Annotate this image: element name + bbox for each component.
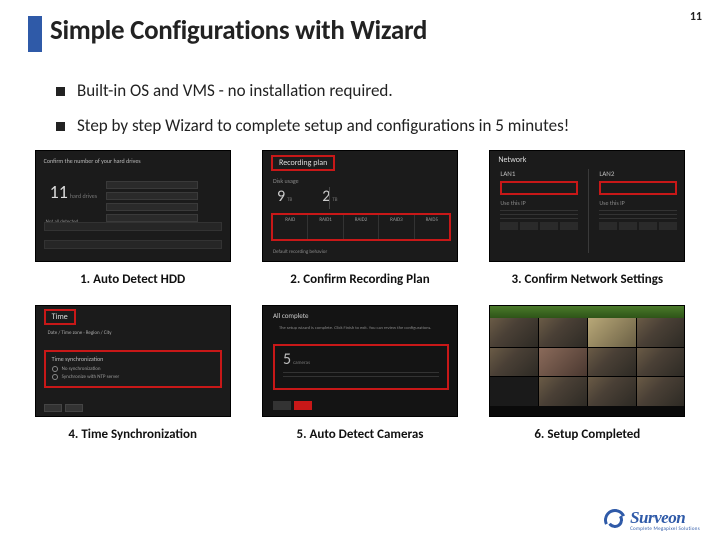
step-caption: 2. Confirm Recording Plan bbox=[290, 272, 429, 287]
step-caption: 5. Auto Detect Cameras bbox=[297, 427, 424, 442]
step-caption: 6. Setup Completed bbox=[534, 427, 640, 442]
step-cell-2: Recording plan Disk usage 9TB 2TB RAID R… bbox=[261, 150, 458, 297]
step-cell-5: All complete The setup wizard is complet… bbox=[261, 305, 458, 452]
bullet-list: Built-in OS and VMS - no installation re… bbox=[56, 80, 682, 136]
thumb-buttons bbox=[273, 401, 312, 410]
use-ip-label: Use this IP bbox=[599, 199, 677, 207]
disk-usage-label: Disk usage bbox=[273, 177, 299, 185]
thumb-header: Confirm the number of your hard drives bbox=[44, 157, 141, 165]
screenshot-setup-completed bbox=[489, 305, 685, 417]
step-caption: 4. Time Synchronization bbox=[68, 427, 197, 442]
hdd-count-unit: hard drives bbox=[70, 192, 97, 200]
bullet-text: Step by step Wizard to complete setup an… bbox=[77, 115, 569, 136]
step-cell-1: Confirm the number of your hard drives 1… bbox=[34, 150, 231, 297]
bullet-square-icon bbox=[56, 87, 65, 96]
bullet-text: Built-in OS and VMS - no installation re… bbox=[77, 80, 393, 101]
thumb-buttons bbox=[44, 404, 83, 412]
camera-count-unit: cameras bbox=[293, 360, 310, 366]
radio-icon bbox=[52, 374, 58, 380]
step-caption: 1. Auto Detect HDD bbox=[80, 272, 185, 287]
raid-opt: RAID bbox=[273, 215, 307, 239]
camera-count-num: 5 bbox=[283, 350, 291, 369]
brand-name: Surveon bbox=[630, 508, 700, 528]
raid-opt: RAID2 bbox=[343, 215, 378, 239]
lan2-mode-highlight bbox=[599, 181, 677, 195]
screenshot-auto-detect-hdd: Confirm the number of your hard drives 1… bbox=[35, 150, 231, 262]
hdd-count: 11hard drives bbox=[50, 181, 97, 203]
camera-grid bbox=[490, 318, 684, 406]
bullet-square-icon bbox=[56, 122, 65, 131]
raid-opt: RAID5 bbox=[414, 215, 449, 239]
lan1-label: LAN1 bbox=[500, 169, 578, 178]
time-sync-header: Time synchronization bbox=[52, 355, 214, 363]
camera-count-highlight: 5cameras bbox=[273, 344, 449, 390]
screenshot-recording-plan: Recording plan Disk usage 9TB 2TB RAID R… bbox=[262, 150, 458, 262]
thumb-bar bbox=[44, 222, 222, 231]
bullet-item: Step by step Wizard to complete setup an… bbox=[56, 115, 682, 136]
title-row: Simple Configurations with Wizard bbox=[28, 14, 692, 52]
time-sync-highlight: Time synchronization No synchronization … bbox=[44, 350, 222, 388]
title-accent-bar bbox=[28, 16, 42, 52]
slide: 11 Simple Configurations with Wizard Bui… bbox=[0, 0, 720, 540]
lan1-mode-highlight bbox=[500, 181, 578, 195]
disk-usage-a: 9 bbox=[277, 187, 285, 206]
thumb-footer: Default recording behavior bbox=[273, 249, 327, 255]
radio-icon bbox=[52, 366, 58, 372]
screenshot-time: Time Date / Time zone · Region / City Ti… bbox=[35, 305, 231, 417]
step-cell-6: 6. Setup Completed bbox=[489, 305, 686, 452]
disk-usage-b-unit: TB bbox=[332, 197, 337, 203]
raid-opt: RAID3 bbox=[378, 215, 413, 239]
steps-grid: Confirm the number of your hard drives 1… bbox=[34, 150, 686, 452]
lan2-column: LAN2 Use this IP bbox=[588, 169, 685, 253]
screenshot-network: Network LAN1 Use this IP LAN2 Use this I… bbox=[489, 150, 685, 262]
vms-bottombar bbox=[490, 406, 684, 416]
slide-title: Simple Configurations with Wizard bbox=[50, 14, 427, 47]
sync-opt2: Synchronize with NTP server bbox=[62, 374, 120, 380]
page-number: 11 bbox=[690, 10, 702, 24]
raid-opt: RAID1 bbox=[307, 215, 342, 239]
time-tab: Time bbox=[44, 309, 76, 325]
step-cell-3: Network LAN1 Use this IP LAN2 Use this I… bbox=[489, 150, 686, 297]
sync-opt1: No synchronization bbox=[62, 366, 101, 372]
brand-mark-icon bbox=[604, 509, 626, 531]
thumb-header: Network bbox=[498, 155, 526, 165]
lan1-column: LAN1 Use this IP bbox=[490, 169, 588, 253]
vms-topbar bbox=[490, 306, 684, 318]
step-cell-4: Time Date / Time zone · Region / City Ti… bbox=[34, 305, 231, 452]
thumb-bar bbox=[44, 240, 222, 249]
hdd-count-num: 11 bbox=[50, 181, 68, 203]
time-fields: Date / Time zone · Region / City bbox=[48, 330, 112, 336]
lan2-label: LAN2 bbox=[599, 169, 677, 178]
recording-plan-tab: Recording plan bbox=[271, 155, 335, 171]
thumb-header: All complete bbox=[273, 311, 309, 320]
bullet-item: Built-in OS and VMS - no installation re… bbox=[56, 80, 682, 101]
screenshot-auto-detect-cameras: All complete The setup wizard is complet… bbox=[262, 305, 458, 417]
raid-options-highlight: RAID RAID1 RAID2 RAID3 RAID5 bbox=[271, 213, 451, 241]
use-ip-label: Use this IP bbox=[500, 199, 578, 207]
brand-logo: Surveon Complete Megapixel Solutions bbox=[604, 508, 700, 532]
disk-usage-a-unit: TB bbox=[287, 197, 292, 203]
hdd-list bbox=[106, 181, 198, 222]
thumb-message: The setup wizard is complete. Click Fini… bbox=[279, 326, 441, 332]
brand-tagline: Complete Megapixel Solutions bbox=[630, 526, 700, 532]
step-caption: 3. Confirm Network Settings bbox=[512, 272, 664, 287]
